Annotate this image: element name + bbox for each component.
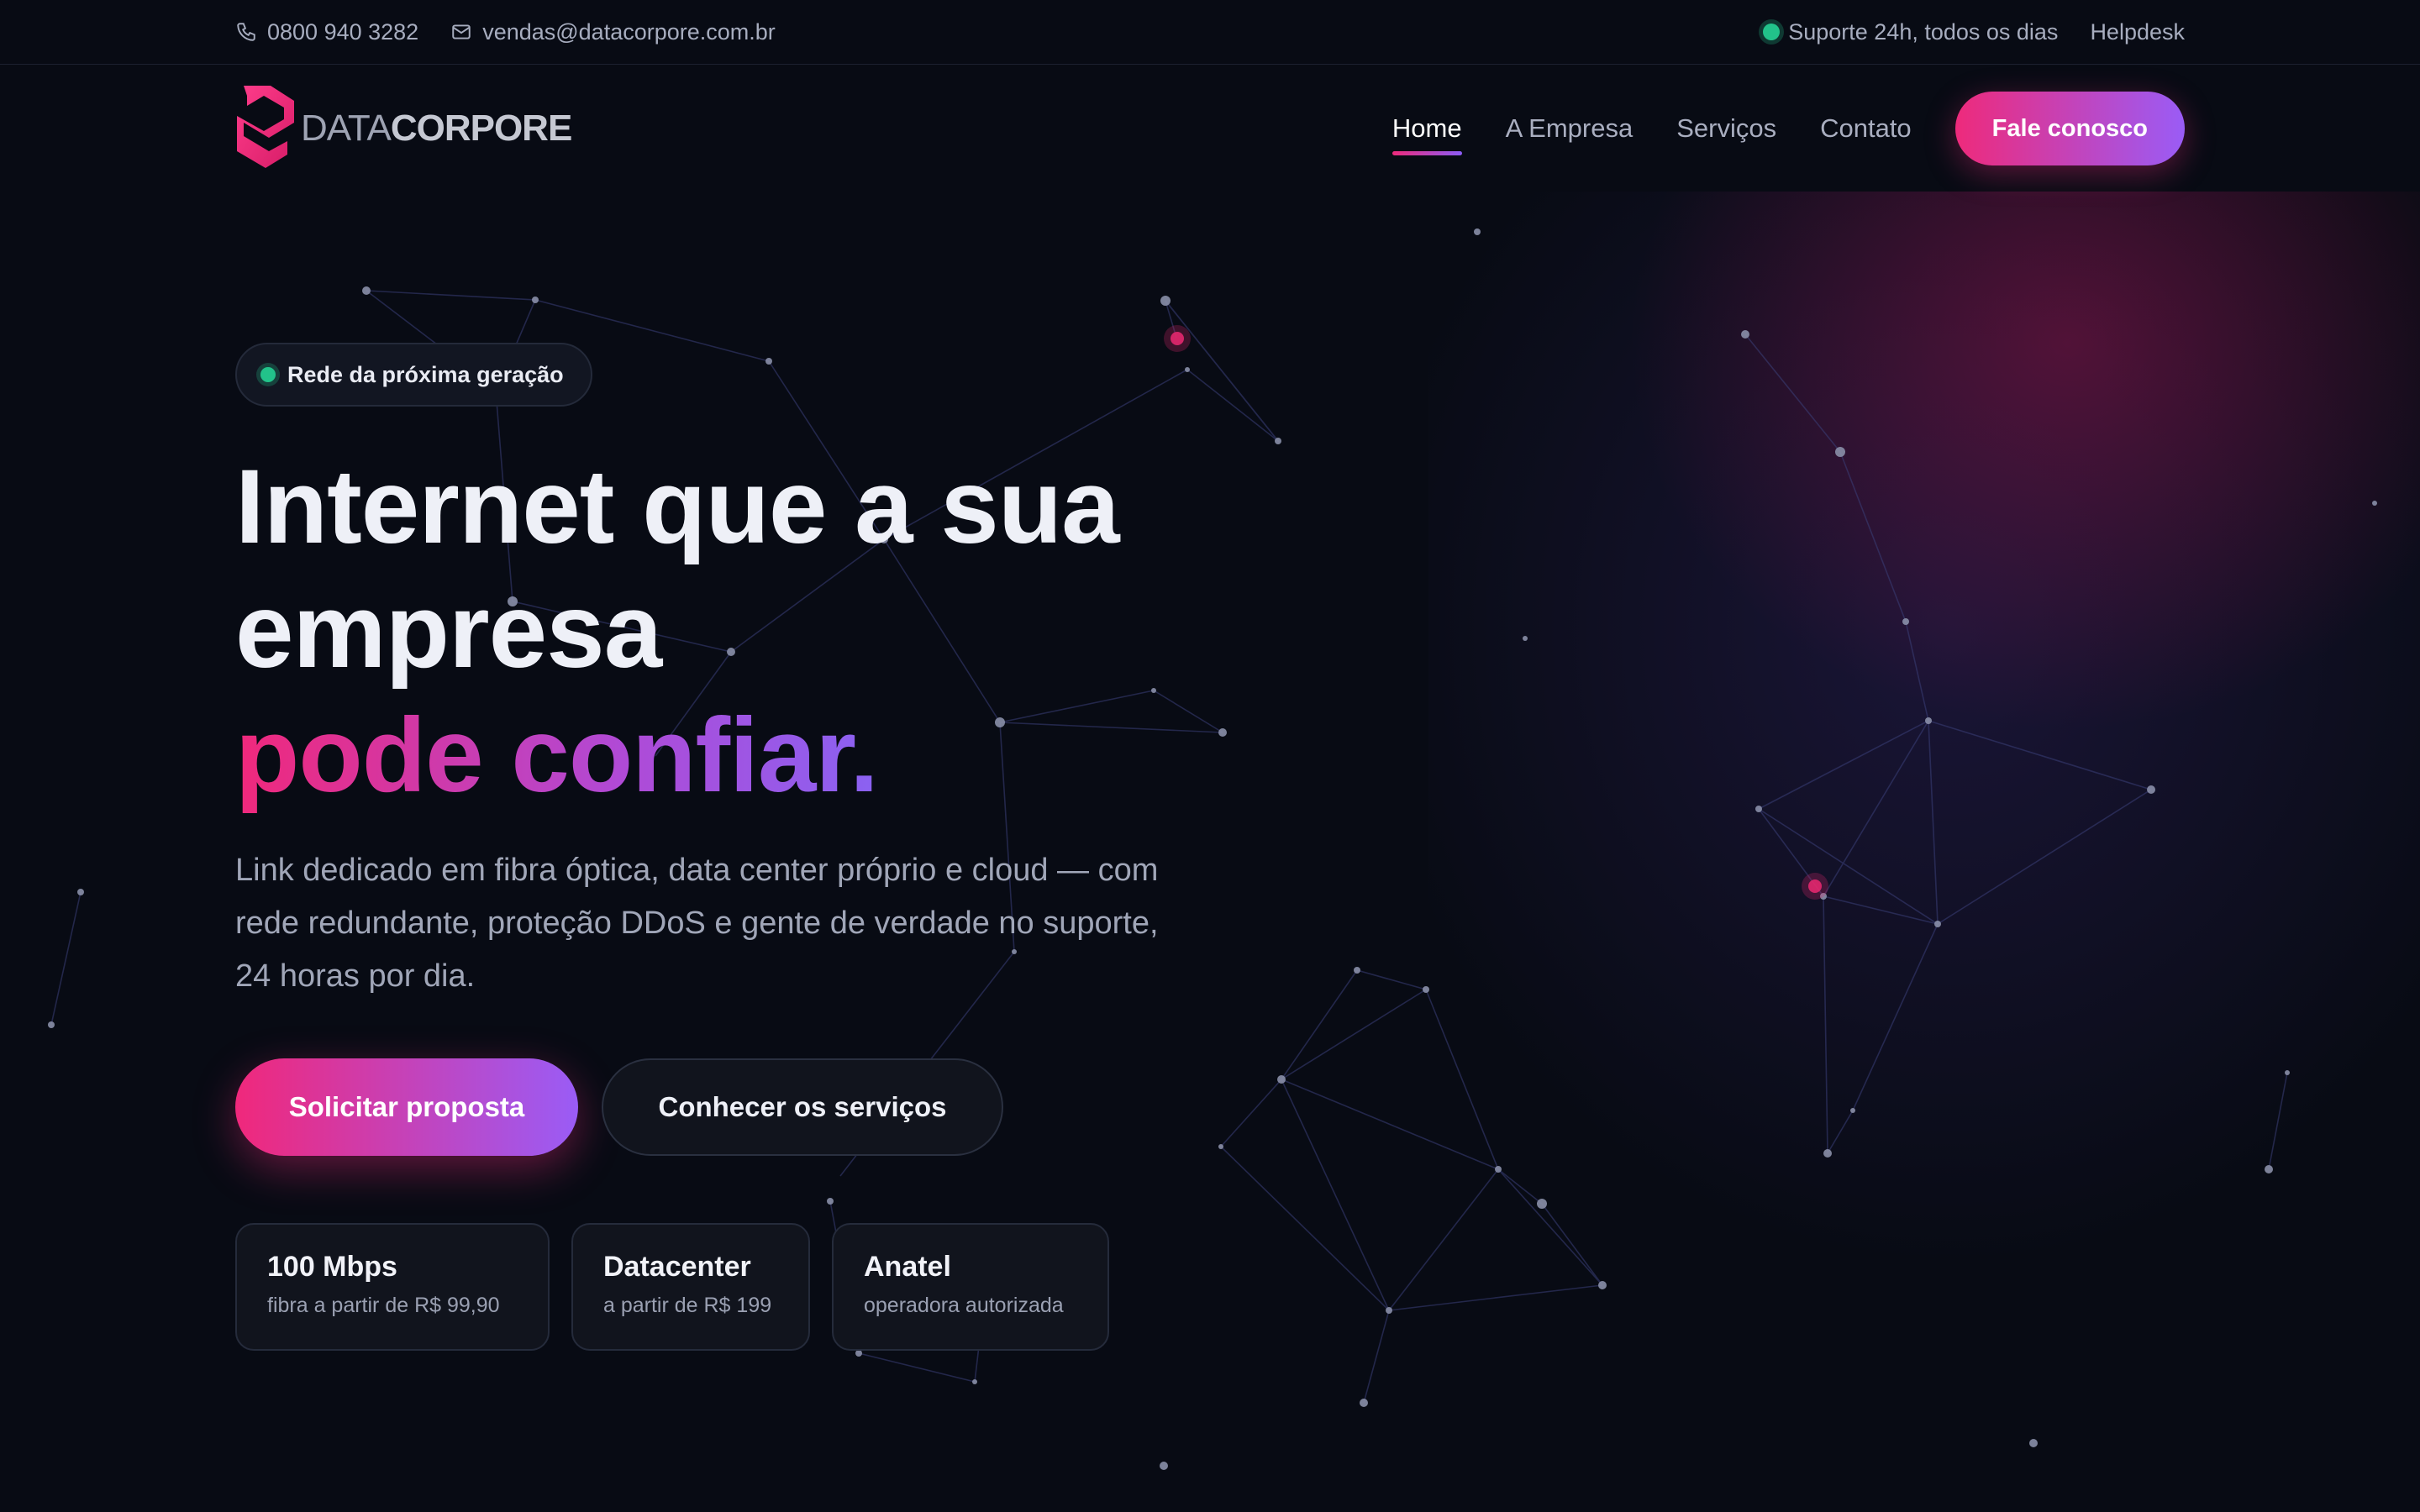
support-text: Suporte 24h, todos os dias xyxy=(1788,18,2059,45)
stat-subtitle: a partir de R$ 199 xyxy=(603,1294,772,1317)
stats-row: 100 Mbps fibra a partir de R$ 99,90 Data… xyxy=(235,1223,1109,1351)
solicitar-proposta-button[interactable]: Solicitar proposta xyxy=(235,1058,578,1156)
conhecer-servicos-button[interactable]: Conhecer os serviços xyxy=(602,1058,1003,1156)
email-link[interactable]: vendas@datacorpore.com.br xyxy=(450,19,776,45)
hero-title: Internet que a sua empresa pode confiar. xyxy=(235,445,1328,818)
email-address: vendas@datacorpore.com.br xyxy=(482,18,776,45)
hero-title-accent: pode confiar. xyxy=(235,694,879,818)
logo-wordmark: DATACORPORE xyxy=(301,108,572,150)
logo-icon xyxy=(235,84,296,174)
nav-home[interactable]: Home xyxy=(1392,107,1462,155)
stat-subtitle: fibra a partir de R$ 99,90 xyxy=(267,1294,500,1317)
phone-link[interactable]: 0800 940 3282 xyxy=(235,19,418,45)
main-nav: Home A Empresa Serviços Contato Fale con… xyxy=(1392,92,2185,165)
helpdesk-link[interactable]: Helpdesk xyxy=(2090,19,2185,45)
hero-badge-text: Rede da próxima geração xyxy=(287,361,564,387)
hero-badge: Rede da próxima geração xyxy=(235,343,592,407)
status-dot-icon xyxy=(1763,24,1781,40)
hero-title-line1: Internet que a sua xyxy=(235,449,1120,565)
nav-a-empresa[interactable]: A Empresa xyxy=(1506,107,1634,150)
stat-card-speed: 100 Mbps fibra a partir de R$ 99,90 xyxy=(235,1223,550,1351)
nav-servicos[interactable]: Serviços xyxy=(1676,107,1776,150)
support-status: Suporte 24h, todos os dias xyxy=(1763,19,2058,45)
mail-icon xyxy=(450,21,472,43)
stat-title: Anatel xyxy=(864,1251,951,1283)
logo-word-data: DATA xyxy=(301,108,392,149)
status-dot-icon xyxy=(260,367,276,382)
fale-conosco-button[interactable]: Fale conosco xyxy=(1954,92,2185,165)
hero-subtitle: Link dedicado em fibra óptica, data cent… xyxy=(235,853,1159,994)
main-header: DATACORPORE Home A Empresa Serviços Cont… xyxy=(0,66,2420,192)
nav-contato[interactable]: Contato xyxy=(1820,107,1912,150)
logo[interactable]: DATACORPORE xyxy=(235,84,572,174)
stat-card-anatel: Anatel operadora autorizada xyxy=(832,1223,1109,1351)
stat-subtitle: operadora autorizada xyxy=(864,1294,1064,1317)
phone-icon xyxy=(235,21,257,43)
stat-card-datacenter: Datacenter a partir de R$ 199 xyxy=(571,1223,810,1351)
phone-number: 0800 940 3282 xyxy=(267,18,419,45)
logo-word-corpore: CORPORE xyxy=(390,108,572,149)
stat-title: 100 Mbps xyxy=(267,1251,397,1283)
top-info-bar: 0800 940 3282 vendas@datacorpore.com.br … xyxy=(0,0,2420,65)
hero-title-line2: empresa xyxy=(235,573,662,690)
support-info: Suporte 24h, todos os dias Helpdesk xyxy=(1763,19,2185,45)
contact-info: 0800 940 3282 vendas@datacorpore.com.br xyxy=(235,19,776,45)
stat-title: Datacenter xyxy=(603,1251,751,1283)
hero-background-glow xyxy=(1428,192,2420,1512)
